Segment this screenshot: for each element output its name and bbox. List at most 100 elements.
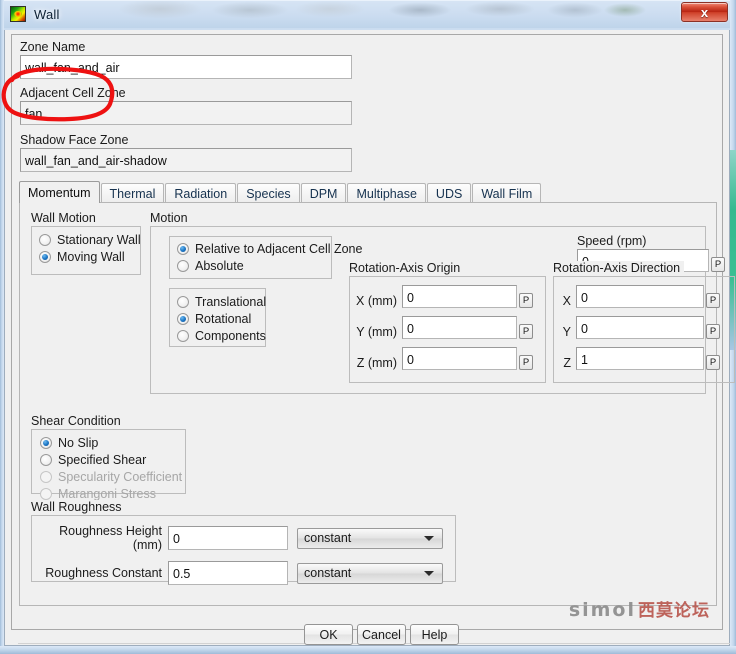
wall-motion-group: Wall Motion Stationary Wall Moving Wall — [31, 211, 141, 275]
chevron-down-icon — [424, 571, 434, 576]
momentum-tab-panel: Wall Motion Stationary Wall Moving Wall — [19, 202, 735, 606]
zone-name-input[interactable]: wall_fan_and_air — [20, 55, 352, 79]
tab-strip: Momentum Thermal Radiation Species DPM M… — [19, 181, 717, 203]
direction-row-y: Y 0 P — [556, 316, 734, 339]
tab-dpm[interactable]: DPM — [300, 183, 347, 203]
origin-y-input[interactable]: 0 — [402, 316, 517, 339]
motion-type-box: Translational Rotational Components — [169, 288, 266, 347]
shadow-face-zone-input: wall_fan_and_air-shadow — [20, 148, 352, 172]
title-bar[interactable]: Wall x — [0, 0, 736, 28]
ok-button[interactable]: OK — [304, 624, 353, 645]
wall-dialog: Zone Name wall_fan_and_air Adjacent Cell… — [4, 30, 735, 646]
adjacent-cell-zone-label: Adjacent Cell Zone — [20, 86, 126, 100]
origin-z-input[interactable]: 0 — [402, 347, 517, 370]
help-button[interactable]: Help — [410, 624, 459, 645]
roughness-constant-input[interactable]: 0.5 — [168, 561, 288, 585]
motion-title: Motion — [150, 211, 192, 225]
radio-no-slip[interactable]: No Slip — [40, 435, 185, 451]
shadow-face-zone-label: Shadow Face Zone — [20, 133, 129, 147]
radio-label: Specified Shear — [58, 453, 147, 467]
tab-radiation[interactable]: Radiation — [165, 183, 237, 203]
origin-x-label: X (mm) — [356, 294, 397, 308]
radio-label: Components — [195, 329, 266, 343]
origin-x-parameter-button[interactable]: P — [519, 293, 533, 308]
radio-relative-to-adjacent-cell-zone[interactable]: Relative to Adjacent Cell Zone — [177, 241, 362, 257]
wall-motion-box: Stationary Wall Moving Wall — [31, 226, 141, 275]
tab-wall-film[interactable]: Wall Film — [472, 183, 542, 203]
radio-label: Translational — [195, 295, 267, 309]
tab-multiphase[interactable]: Multiphase — [347, 183, 426, 203]
radio-indicator — [39, 251, 51, 263]
radio-indicator — [40, 471, 52, 483]
radio-components[interactable]: Components — [177, 328, 266, 344]
direction-z-parameter-button[interactable]: P — [706, 355, 720, 370]
roughness-height-method-value: constant — [304, 531, 352, 545]
direction-y-input[interactable]: 0 — [576, 316, 704, 339]
direction-z-label: Z — [563, 356, 571, 370]
roughness-constant-label: Roughness Constant — [45, 566, 162, 580]
origin-z-parameter-button[interactable]: P — [519, 355, 533, 370]
rotation-axis-origin-title: Rotation-Axis Origin — [349, 261, 465, 275]
origin-row-x: X (mm) 0 P — [352, 285, 545, 308]
direction-y-parameter-button[interactable]: P — [706, 324, 720, 339]
roughness-height-method-select[interactable]: constant — [297, 527, 443, 549]
window-title: Wall — [34, 6, 60, 22]
radio-specularity-coefficient: Specularity Coefficient — [40, 469, 185, 485]
direction-x-label: X — [562, 294, 571, 308]
tab-species[interactable]: Species — [237, 183, 300, 203]
radio-indicator — [40, 437, 52, 449]
wall-roughness-title: Wall Roughness — [31, 500, 126, 514]
radio-indicator — [40, 454, 52, 466]
radio-stationary-wall[interactable]: Stationary Wall — [39, 232, 141, 248]
origin-y-label: Y (mm) — [356, 325, 397, 339]
motion-group: Motion Relative to Adjacent Cell Zone Ab… — [150, 211, 735, 394]
tab-momentum[interactable]: Momentum — [19, 181, 100, 203]
radio-translational[interactable]: Translational — [177, 294, 267, 310]
roughness-height-row: Roughness Height (mm) 0 constant — [32, 524, 455, 552]
direction-x-parameter-button[interactable]: P — [706, 293, 720, 308]
radio-indicator — [177, 296, 189, 308]
radio-rotational[interactable]: Rotational — [177, 311, 265, 327]
direction-row-z: Z 1 P — [556, 347, 734, 370]
window-border-bottom — [0, 646, 736, 654]
wall-roughness-group: Wall Roughness Roughness Height (mm) 0 c… — [31, 500, 456, 585]
roughness-height-input[interactable]: 0 — [168, 526, 288, 550]
radio-specified-shear[interactable]: Specified Shear — [40, 452, 185, 468]
speed-label: Speed (rpm) — [577, 234, 647, 248]
close-icon[interactable]: x — [681, 2, 728, 22]
tab-thermal[interactable]: Thermal — [100, 183, 165, 203]
radio-indicator — [177, 260, 189, 272]
origin-y-parameter-button[interactable]: P — [519, 324, 533, 339]
shear-condition-group: Shear Condition No Slip Specified Shear — [31, 414, 186, 501]
radio-label: Absolute — [195, 259, 244, 273]
direction-z-input[interactable]: 1 — [576, 347, 704, 370]
radio-indicator — [177, 243, 189, 255]
origin-x-input[interactable]: 0 — [402, 285, 517, 308]
cancel-button[interactable]: Cancel — [357, 624, 406, 645]
rotation-axis-origin-box: X (mm) 0 P Y (mm) 0 P Z (mm) 0 P — [349, 276, 546, 383]
chevron-down-icon — [424, 536, 434, 541]
direction-row-x: X 0 P — [556, 285, 734, 308]
roughness-constant-row: Roughness Constant 0.5 constant — [32, 561, 455, 585]
radio-label: Moving Wall — [57, 250, 125, 264]
shear-condition-title: Shear Condition — [31, 414, 125, 428]
site-watermark: simol 西莫论坛 — [569, 596, 710, 621]
radio-moving-wall[interactable]: Moving Wall — [39, 249, 140, 265]
radio-absolute[interactable]: Absolute — [177, 258, 331, 274]
rotation-axis-origin-group: Rotation-Axis Origin X (mm) 0 P Y (mm) 0 — [349, 261, 546, 383]
zone-name-label: Zone Name — [20, 40, 86, 54]
adjacent-cell-zone-input: fan — [20, 101, 352, 125]
origin-row-z: Z (mm) 0 P — [352, 347, 545, 370]
radio-label: No Slip — [58, 436, 99, 450]
tab-uds[interactable]: UDS — [426, 183, 472, 203]
roughness-constant-method-select[interactable]: constant — [297, 562, 443, 584]
direction-x-input[interactable]: 0 — [576, 285, 704, 308]
rotation-axis-direction-box: X 0 P Y 0 P Z 1 P — [553, 276, 735, 383]
wall-motion-title: Wall Motion — [31, 211, 100, 225]
radio-indicator — [39, 234, 51, 246]
radio-label: Rotational — [195, 312, 252, 326]
watermark-chinese: 西莫论坛 — [638, 601, 710, 621]
radio-label: Specularity Coefficient — [58, 470, 183, 484]
origin-z-label: Z (mm) — [356, 356, 397, 370]
rotation-axis-direction-group: Rotation-Axis Direction X 0 P Y 0 P Z 1 … — [553, 261, 735, 383]
